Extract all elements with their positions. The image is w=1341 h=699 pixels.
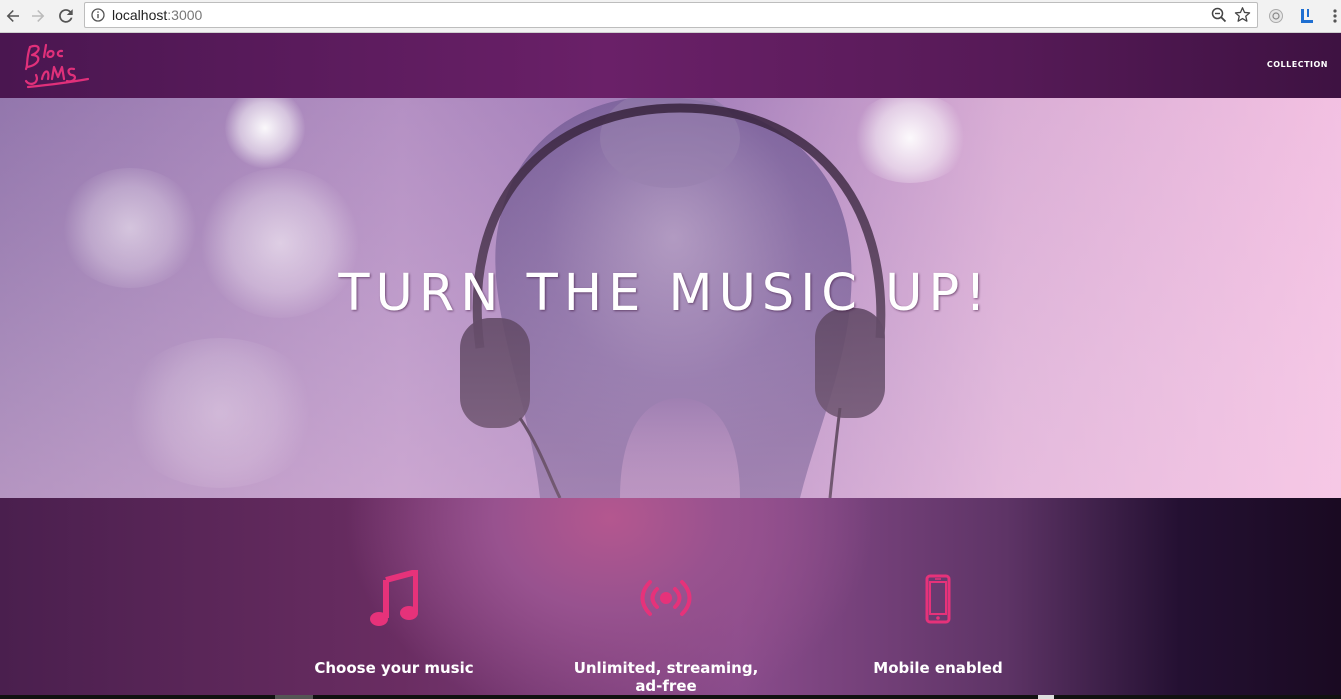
- selling-point-label: Choose your music: [314, 659, 474, 677]
- selling-point-label: Unlimited, streaming, ad-free: [573, 659, 759, 695]
- nav-collection-link[interactable]: COLLECTION: [1267, 60, 1328, 69]
- bookmark-star-icon[interactable]: [1234, 6, 1251, 23]
- hero-title: TURN THE MUSIC UP!: [338, 264, 992, 323]
- info-icon[interactable]: [91, 8, 105, 22]
- music-note-icon: [370, 570, 418, 626]
- scrollbar-thumb[interactable]: [275, 695, 313, 699]
- url-port: :3000: [167, 7, 203, 23]
- hero-section: TURN THE MUSIC UP!: [0, 98, 1341, 498]
- forward-arrow-icon: [32, 10, 45, 22]
- extension-l-icon: [1301, 9, 1313, 23]
- selling-point-label: Mobile enabled: [873, 659, 1003, 677]
- extension-l-button[interactable]: [1296, 5, 1318, 27]
- bloc-jams-logo[interactable]: [22, 39, 94, 91]
- url-text: localhost:3000: [112, 7, 202, 23]
- url-host: localhost: [112, 7, 168, 23]
- selling-point-mobile: Mobile enabled: [838, 498, 1038, 699]
- radio-broadcast-icon: [640, 580, 692, 616]
- horizontal-scrollbar[interactable]: [0, 695, 1341, 699]
- reload-icon: [59, 9, 73, 23]
- selling-point-music: Choose your music: [294, 498, 494, 699]
- reload-button[interactable]: [54, 4, 78, 28]
- browser-menu-button[interactable]: [1324, 5, 1341, 27]
- extension-button[interactable]: [1265, 5, 1287, 27]
- extension-circle-icon: [1269, 9, 1283, 23]
- address-bar[interactable]: localhost:3000: [84, 2, 1258, 28]
- scrollbar-thumb-secondary[interactable]: [1038, 695, 1054, 699]
- site-header: COLLECTION: [0, 33, 1341, 98]
- zoom-out-icon[interactable]: [1211, 7, 1227, 23]
- logo-script-icon: [24, 43, 90, 89]
- back-button[interactable]: [1, 4, 25, 28]
- selling-points-section: Choose your music Unlimited, streaming, …: [0, 498, 1341, 699]
- kebab-menu-icon: [1333, 9, 1337, 23]
- selling-point-streaming: Unlimited, streaming, ad-free: [566, 498, 766, 699]
- forward-button[interactable]: [26, 4, 50, 28]
- browser-toolbar: localhost:3000: [0, 0, 1341, 33]
- back-arrow-icon: [6, 10, 19, 22]
- mobile-phone-icon: [925, 574, 951, 624]
